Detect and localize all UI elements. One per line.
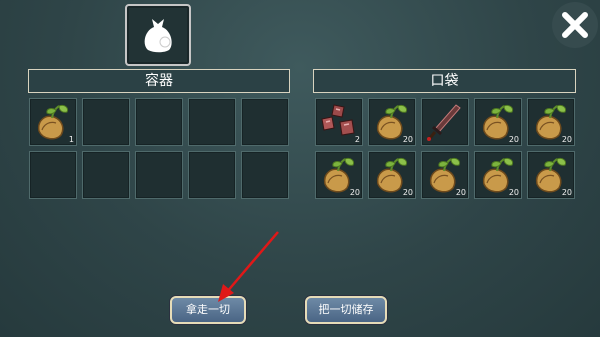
inventory-slot[interactable]: 20 <box>368 98 416 146</box>
container-title: 容器 <box>28 69 290 93</box>
take-all-button[interactable]: 拿走一切 <box>170 296 246 324</box>
inventory-slot[interactable]: 2 <box>315 98 363 146</box>
item-count: 1 <box>68 135 74 144</box>
item-count: 20 <box>402 188 413 197</box>
inventory-slot[interactable] <box>241 98 289 146</box>
bag-icon <box>125 4 191 66</box>
item-count: 20 <box>508 135 519 144</box>
item-count: 20 <box>349 188 360 197</box>
inventory-slot[interactable] <box>188 98 236 146</box>
pocket-title: 口袋 <box>313 69 576 93</box>
item-count: 20 <box>402 135 413 144</box>
close-icon[interactable] <box>552 2 598 48</box>
inventory-slot[interactable] <box>241 151 289 199</box>
inventory-slot[interactable]: 1 <box>29 98 77 146</box>
inventory-slot[interactable]: 20 <box>474 151 522 199</box>
item-count: 2 <box>354 135 360 144</box>
container-grid: 1 <box>29 98 289 199</box>
inventory-slot[interactable] <box>421 98 469 146</box>
inventory-slot[interactable] <box>82 98 130 146</box>
inventory-slot[interactable] <box>29 151 77 199</box>
inventory-slot[interactable]: 20 <box>527 98 575 146</box>
inventory-slot[interactable]: 20 <box>315 151 363 199</box>
item-count: 20 <box>508 188 519 197</box>
inventory-slot[interactable]: 20 <box>368 151 416 199</box>
item-count: 20 <box>561 188 572 197</box>
inventory-slot[interactable] <box>135 98 183 146</box>
inventory-slot[interactable] <box>188 151 236 199</box>
item-count: 20 <box>455 188 466 197</box>
store-all-button[interactable]: 把一切储存 <box>305 296 387 324</box>
inventory-slot[interactable] <box>82 151 130 199</box>
inventory-slot[interactable]: 20 <box>474 98 522 146</box>
pocket-grid: 2 20 20 20 20 20 20 20 20 <box>315 98 575 199</box>
item-count: 20 <box>561 135 572 144</box>
inventory-slot[interactable] <box>135 151 183 199</box>
inventory-slot[interactable]: 20 <box>421 151 469 199</box>
inventory-slot[interactable]: 20 <box>527 151 575 199</box>
